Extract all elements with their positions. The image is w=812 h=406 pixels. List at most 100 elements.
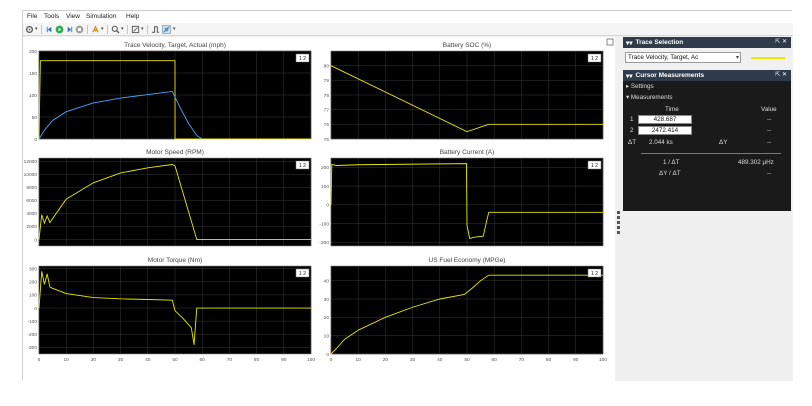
plot-2-ytick-label: 78 <box>324 93 330 99</box>
scope-window: File Tools View Simulation Help ▾ ▾ ▾ ▾ … <box>22 10 793 381</box>
settings-section[interactable]: ▸ Settings <box>626 83 654 90</box>
chevron-right-icon: ▸ <box>626 83 630 90</box>
plot-4-ytick-label: 100 <box>321 184 329 190</box>
cursor-2-value: -- <box>767 127 772 134</box>
plot-2-badge: 1 2 <box>591 56 598 62</box>
chevron-down-icon: ▾ <box>626 94 630 101</box>
plot-5-ytick-label: 200 <box>29 280 37 286</box>
plot-5-xtick-label: 70 <box>227 357 233 363</box>
plot-5-ytick-label: -300 <box>27 345 37 351</box>
chevron-down-icon[interactable]: ▾ <box>736 53 739 62</box>
chevron-down-icon[interactable]: ▾ <box>101 26 104 32</box>
highlight-icon[interactable] <box>91 25 100 34</box>
plot-5-xtick-label: 50 <box>172 357 178 363</box>
menu-view[interactable]: View <box>66 13 80 20</box>
chevron-down-icon[interactable]: ▾ <box>173 26 176 32</box>
pin-icon[interactable]: ⇱ ✕ <box>775 71 787 78</box>
cursor-measure-icon[interactable] <box>162 25 171 34</box>
plot-6-xtick-label: 100 <box>599 357 607 363</box>
gear-icon[interactable] <box>25 25 34 34</box>
plot-1-ytick-label: 100 <box>29 93 37 99</box>
plot-6-xtick-label: 10 <box>356 357 362 363</box>
cursor-measurements-header[interactable]: ▾▾ Cursor Measurements ⇱ ✕ <box>623 70 791 81</box>
plot-6-ytick-label: 20 <box>324 315 330 321</box>
menu-bar: File Tools View Simulation Help <box>23 11 793 23</box>
plot-6-xtick-label: 90 <box>573 357 579 363</box>
plot-4-ytick-label: -100 <box>319 221 329 227</box>
grip-dot <box>617 221 620 224</box>
inverse-delta-t-label: 1 / ΔT <box>663 159 680 166</box>
grip-dot <box>617 226 620 229</box>
plot-6-title: US Fuel Economy (MPGe) <box>429 257 506 264</box>
value-column-header: Value <box>761 106 777 113</box>
delta-t-value: 2.044 ks <box>649 139 673 146</box>
plot-5-ytick-label: 100 <box>29 293 37 299</box>
chevron-down-icon[interactable]: ▾ <box>35 26 38 32</box>
plots-canvas: Trace Velocity, Target, Actual (mph)2001… <box>23 37 615 381</box>
cursor-2-time-field[interactable]: 2472.414 <box>638 126 692 135</box>
panel-resize-handle[interactable] <box>615 37 623 381</box>
autoscale-icon[interactable] <box>131 25 140 34</box>
plot-2-ytick-label: 75 <box>324 137 330 143</box>
measurements-label: Measurements <box>630 94 673 101</box>
plot-6-xtick-label: 50 <box>464 357 470 363</box>
plot-5-xtick-label: 40 <box>145 357 151 363</box>
plot-6-badge: 1 2 <box>591 271 598 277</box>
toolbar-separator <box>147 25 148 34</box>
collapse-icon[interactable]: ▾▾ <box>626 39 633 47</box>
plot-3-ytick-label: 8000 <box>26 185 37 191</box>
grip-dot <box>617 211 620 214</box>
plot-6-xtick-label: 0 <box>330 357 333 363</box>
plot-5-ytick-label: -200 <box>27 332 37 338</box>
plot-1-ytick-label: 0 <box>34 137 37 143</box>
trigger-icon[interactable] <box>151 25 160 34</box>
run-icon[interactable] <box>55 25 64 34</box>
plot-1-ytick-label: 50 <box>32 115 38 121</box>
plot-area: Trace Velocity, Target, Actual (mph) 200 1… <box>23 37 615 381</box>
menu-tools[interactable]: Tools <box>44 13 59 20</box>
toolbar-separator <box>87 25 88 34</box>
cursor-measurements-body: ▸ Settings ▾ Measurements Time Value 1 4… <box>623 81 791 211</box>
cursor-1-label: 1 <box>630 116 634 123</box>
plot-4-ytick-label: -200 <box>319 240 329 246</box>
slope-value: -- <box>767 170 772 177</box>
plot-2-ytick-label: 79 <box>324 78 330 84</box>
cursor-2-label: 2 <box>630 127 634 134</box>
trace-line-color-swatch[interactable] <box>751 57 785 59</box>
zoom-icon[interactable] <box>111 25 120 34</box>
plot-1-badge: 1 2 <box>299 56 306 62</box>
step-back-icon[interactable] <box>45 25 54 34</box>
trace-selection-header[interactable]: ▾▾ Trace Selection ⇱ ✕ <box>623 37 791 48</box>
menu-help[interactable]: Help <box>126 13 139 20</box>
plot-1-title: Trace Velocity, Target, Actual (mph) <box>124 42 226 49</box>
slope-label: ΔY / ΔT <box>659 170 681 177</box>
plot-5-xtick-label: 20 <box>91 357 97 363</box>
plot-3-ytick-label: 0 <box>34 237 37 243</box>
cursor-1-time-field[interactable]: 428.687 <box>638 115 692 124</box>
trace-selection-dropdown[interactable]: Trace Velocity, Target, Ac ▾ <box>625 52 741 63</box>
collapse-icon[interactable]: ▾▾ <box>626 72 633 80</box>
plot-6-xtick-label: 30 <box>410 357 416 363</box>
chevron-down-icon[interactable]: ▾ <box>121 26 124 32</box>
stop-icon[interactable] <box>75 25 84 34</box>
plot-2-title: Battery SOC (%) <box>443 42 491 49</box>
plot-5-title: Motor Torque (Nm) <box>148 257 202 264</box>
plot-5-xtick-label: 10 <box>64 357 70 363</box>
measurements-section[interactable]: ▾ Measurements <box>626 94 673 101</box>
plot-5-xtick-label: 30 <box>118 357 124 363</box>
trace-selection-value: Trace Velocity, Target, Ac <box>628 54 699 61</box>
toolbar-separator <box>41 25 42 34</box>
plot-4-badge: 1 2 <box>591 163 598 169</box>
chevron-down-icon[interactable]: ▾ <box>141 26 144 32</box>
pin-icon[interactable]: ⇱ ✕ <box>775 38 787 45</box>
menu-file[interactable]: File <box>27 13 37 20</box>
plot-6-ytick-label: 30 <box>324 297 330 303</box>
delta-t-label: ΔT <box>628 139 637 146</box>
plot-1-ytick-label: 150 <box>29 71 37 77</box>
grip-dot <box>617 216 620 219</box>
plot-6-xtick-label: 40 <box>437 357 443 363</box>
step-forward-icon[interactable] <box>65 25 74 34</box>
plot-6-ytick-label: 10 <box>324 333 330 339</box>
trace-selection-body: Trace Velocity, Target, Ac ▾ <box>623 48 791 67</box>
menu-simulation[interactable]: Simulation <box>86 13 116 20</box>
